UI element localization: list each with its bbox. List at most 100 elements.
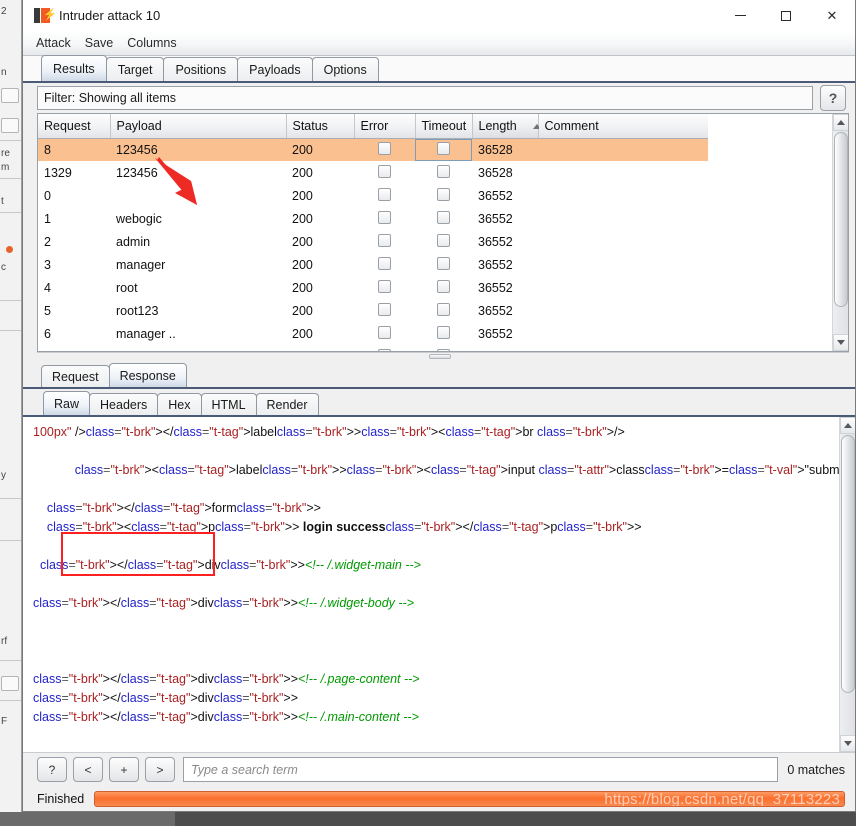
checkbox-icon[interactable]	[378, 325, 391, 339]
column-header-comment[interactable]: Comment	[538, 114, 708, 139]
response-body-scrollbar[interactable]	[839, 417, 855, 752]
response-body-scrollport[interactable]: 100px" />class="t-brk"></class="t-tag">l…	[23, 417, 839, 752]
scroll-up-icon[interactable]	[840, 417, 855, 434]
tab-raw[interactable]: Raw	[43, 391, 91, 415]
menu-item-attack[interactable]: Attack	[36, 36, 71, 50]
table-row[interactable]: 7admin123200 36552	[38, 345, 708, 351]
error-checkbox[interactable]	[354, 138, 415, 161]
table-row[interactable]: 1 webogic 200 36552	[38, 207, 708, 230]
response-scroll-thumb[interactable]	[841, 435, 855, 693]
checkbox-icon[interactable]	[437, 187, 450, 201]
tab-positions[interactable]: Positions	[163, 57, 239, 81]
window-controls: ✕	[717, 0, 855, 31]
timeout-checkbox[interactable]	[415, 322, 472, 345]
checkbox-icon[interactable]	[437, 325, 450, 339]
error-checkbox[interactable]	[354, 207, 415, 230]
menu-item-columns[interactable]: Columns	[127, 36, 176, 50]
taskbar-item[interactable]	[0, 812, 175, 826]
scroll-down-icon[interactable]	[840, 735, 855, 752]
timeout-checkbox[interactable]	[415, 276, 472, 299]
search-add-button[interactable]: +	[109, 757, 139, 782]
tab-target[interactable]: Target	[105, 57, 165, 81]
results-scroll-thumb[interactable]	[834, 132, 848, 307]
splitter-handle[interactable]	[429, 354, 451, 359]
table-row[interactable]: 1329 123456 200 36528	[38, 161, 708, 184]
timeout-checkbox[interactable]	[415, 138, 472, 161]
column-header-timeout[interactable]: Timeout	[415, 114, 473, 139]
error-checkbox[interactable]	[354, 299, 415, 322]
checkbox-icon[interactable]	[437, 279, 450, 293]
tab-headers[interactable]: Headers	[89, 393, 159, 415]
window-titlebar[interactable]: ⚡ Intruder attack 10 ✕	[23, 0, 855, 31]
column-header-payload[interactable]: Payload	[110, 114, 287, 139]
column-header-status[interactable]: Status	[286, 114, 355, 139]
maximize-icon[interactable]	[763, 0, 809, 31]
checkbox-icon[interactable]	[437, 164, 450, 178]
checkbox-icon[interactable]	[437, 233, 450, 247]
taskbar[interactable]	[0, 812, 856, 826]
tab-response[interactable]: Response	[108, 363, 187, 387]
cell-length: 36552	[478, 280, 513, 295]
search-next-button[interactable]: >	[145, 757, 175, 782]
filter-bar[interactable]: Filter: Showing all items	[37, 86, 813, 110]
search-help-button[interactable]: ?	[37, 757, 67, 782]
column-header-error[interactable]: Error	[354, 114, 416, 139]
tab-hex[interactable]: Hex	[157, 393, 202, 415]
scroll-down-icon[interactable]	[833, 334, 848, 351]
error-checkbox[interactable]	[354, 184, 415, 207]
checkbox-icon[interactable]	[437, 210, 450, 224]
checkbox-icon[interactable]	[437, 256, 450, 270]
timeout-checkbox[interactable]	[415, 207, 472, 230]
tab-request[interactable]: Request	[41, 365, 110, 387]
error-checkbox[interactable]	[354, 161, 415, 184]
column-header-request[interactable]: Request	[38, 114, 111, 139]
search-input[interactable]: Type a search term	[183, 757, 779, 782]
checkbox-icon[interactable]	[378, 210, 391, 224]
tab-html[interactable]: HTML	[200, 393, 257, 415]
checkbox-icon[interactable]	[378, 187, 391, 201]
results-table[interactable]: Request Payload Status Error Timeout Len…	[38, 114, 708, 351]
timeout-checkbox[interactable]	[415, 299, 472, 322]
table-row[interactable]: 5 root123 200 36552	[38, 299, 708, 322]
menu-item-save[interactable]: Save	[85, 36, 114, 50]
checkbox-icon[interactable]	[378, 256, 391, 270]
checkbox-icon[interactable]	[378, 164, 391, 178]
error-checkbox[interactable]	[354, 230, 415, 253]
background-window-left-edge[interactable]: 2 n re m t c y rf F	[0, 0, 22, 812]
close-icon[interactable]: ✕	[809, 0, 855, 31]
error-checkbox[interactable]	[354, 253, 415, 276]
table-row[interactable]: 4 root 200 36552	[38, 276, 708, 299]
error-checkbox[interactable]	[354, 345, 415, 351]
checkbox-icon[interactable]	[378, 302, 391, 316]
timeout-checkbox[interactable]	[415, 230, 472, 253]
error-checkbox[interactable]	[354, 276, 415, 299]
checkbox-icon[interactable]	[378, 233, 391, 247]
checkbox-icon[interactable]	[437, 302, 450, 316]
error-checkbox[interactable]	[354, 322, 415, 345]
table-row[interactable]: 0 200 36552	[38, 184, 708, 207]
timeout-checkbox[interactable]	[415, 184, 472, 207]
tab-render[interactable]: Render	[255, 393, 319, 415]
table-row[interactable]: 8 123456 200 36528	[38, 138, 708, 161]
column-header-length[interactable]: Length	[472, 114, 541, 139]
help-button[interactable]: ?	[820, 85, 846, 111]
results-table-scrollbar[interactable]	[832, 114, 848, 351]
tab-results[interactable]: Results	[41, 55, 107, 81]
minimize-icon[interactable]	[717, 0, 763, 31]
checkbox-icon[interactable]	[378, 141, 391, 155]
table-row[interactable]: 2 admin 200 36552	[38, 230, 708, 253]
checkbox-icon[interactable]	[437, 348, 450, 351]
timeout-checkbox[interactable]	[415, 253, 472, 276]
scroll-up-icon[interactable]	[833, 114, 848, 131]
cell-comment	[538, 207, 708, 230]
checkbox-icon[interactable]	[378, 348, 391, 351]
timeout-checkbox[interactable]	[415, 345, 472, 351]
tab-options[interactable]: Options	[311, 57, 379, 81]
search-previous-button[interactable]: <	[73, 757, 103, 782]
tab-payloads[interactable]: Payloads	[237, 57, 313, 81]
checkbox-icon[interactable]	[378, 279, 391, 293]
table-row[interactable]: 6 manager .. 200 36552	[38, 322, 708, 345]
checkbox-icon[interactable]	[437, 141, 450, 155]
timeout-checkbox[interactable]	[415, 161, 472, 184]
table-row[interactable]: 3 manager 200 36552	[38, 253, 708, 276]
